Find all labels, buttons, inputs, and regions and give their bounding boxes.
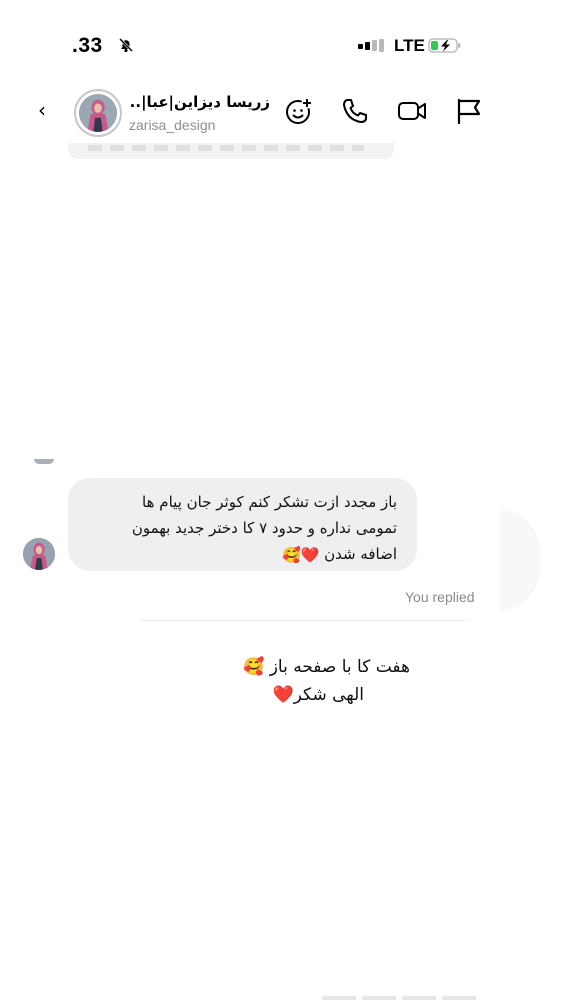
heart-emoji: ❤️ [272, 685, 294, 705]
video-call-icon[interactable] [397, 96, 427, 126]
signal-strength-icon [358, 39, 384, 52]
bottom-fragment [322, 996, 482, 1000]
network-type: LTE [394, 36, 425, 55]
bell-slash-icon [119, 38, 133, 53]
avatar-fragment [34, 459, 54, 464]
reply-line-text: هفت کا با صفحه باز [269, 657, 410, 677]
message-line-text: اضافه شدن [324, 545, 397, 563]
received-message-bubble[interactable]: باز مجدد ازت تشکر کنم کوثر جان پیام ها ت… [68, 478, 417, 571]
chevron-left-icon[interactable]: ‹ [38, 98, 46, 122]
you-replied-label: You replied [405, 589, 475, 605]
sender-avatar[interactable] [23, 538, 55, 570]
avatar[interactable] [74, 89, 122, 137]
battery-charging-icon [428, 38, 461, 53]
message-line: اضافه شدن ❤️🥰 [82, 541, 397, 568]
divider [140, 620, 470, 621]
previous-message-fragment [68, 143, 394, 159]
contact-handle[interactable]: zarisa_design [129, 117, 215, 133]
bubble-shadow [500, 510, 540, 610]
contact-name[interactable]: زریسا دیزاین|عبا|... [130, 93, 270, 111]
heart-smile-emoji: ❤️🥰 [281, 545, 320, 564]
reply-message[interactable]: هفت کا با صفحه باز 🥰 الهی شکر❤️ [200, 653, 410, 709]
reply-line-text: الهی شکر [293, 685, 364, 705]
add-emoji-icon[interactable] [284, 96, 314, 126]
profile-photo [79, 94, 117, 132]
reply-line: هفت کا با صفحه باز 🥰 [200, 653, 410, 681]
status-bar: .33 LTE [0, 0, 563, 90]
flag-icon[interactable] [454, 96, 484, 126]
message-line: تمومی نداره و حدود ۷ کا دختر جدید بهمون [131, 519, 397, 537]
phone-icon[interactable] [340, 96, 370, 126]
message-line: باز مجدد ازت تشکر کنم کوثر جان پیام ها [142, 493, 397, 511]
status-time: .33 [72, 34, 103, 57]
reply-line: الهی شکر❤️ [200, 681, 410, 709]
smiling-hearts-emoji: 🥰 [243, 657, 265, 677]
